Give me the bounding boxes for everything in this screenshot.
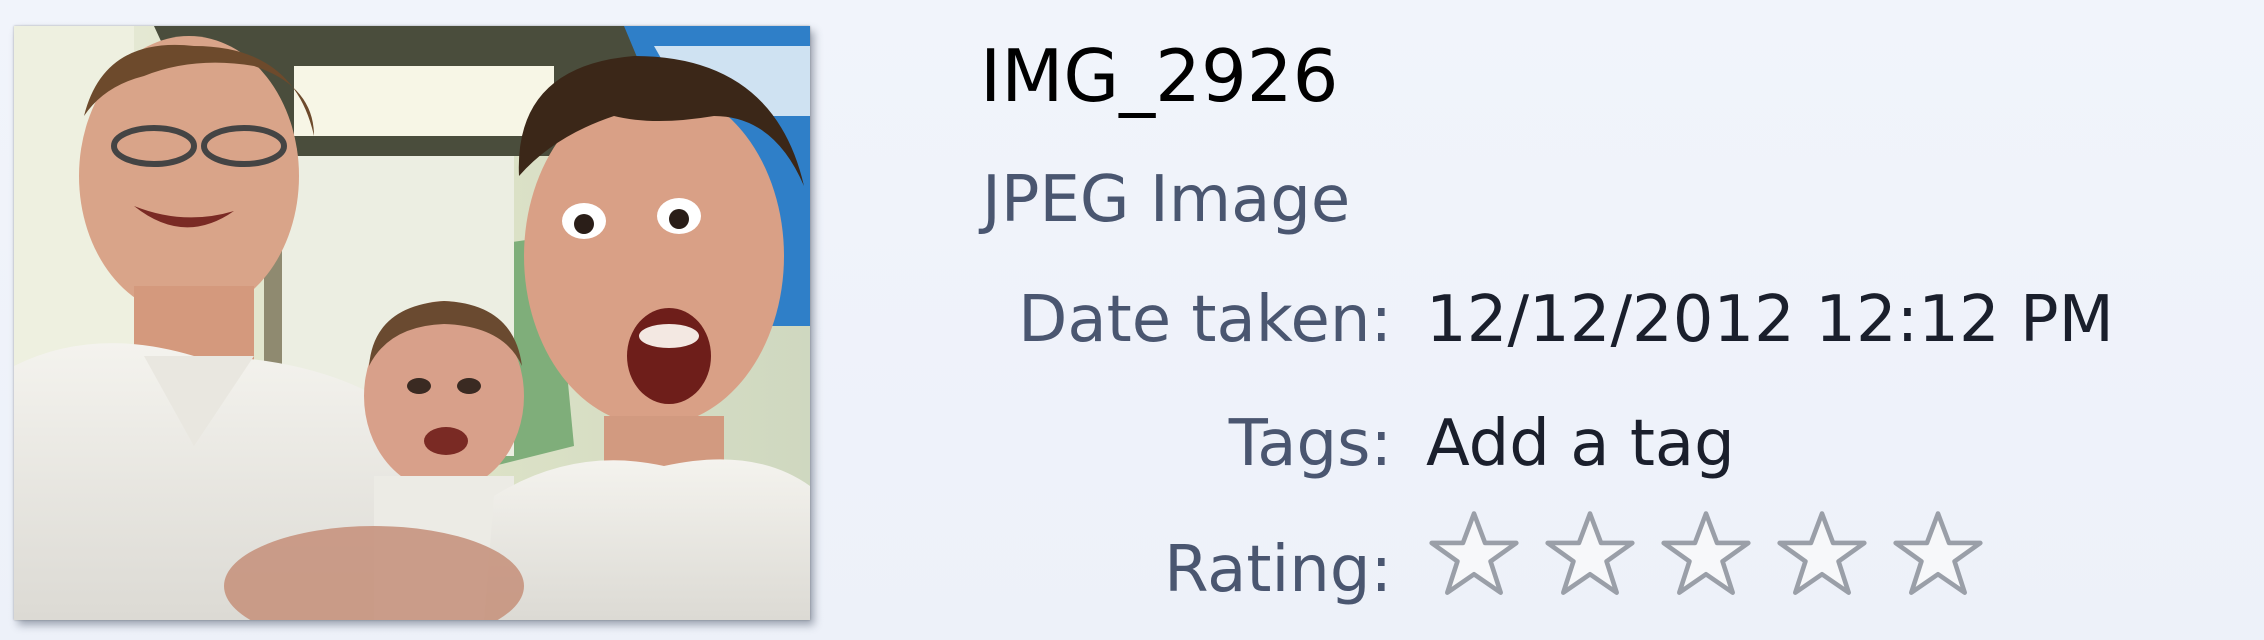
details-pane: IMG_2926 JPEG Image Date taken: 12/12/20… — [0, 0, 2264, 640]
rating-label: Rating: — [1164, 533, 1392, 607]
date-taken-label: Date taken: — [1018, 283, 1392, 357]
date-taken-value[interactable]: 12/12/2012 12:12 PM — [1426, 284, 2114, 356]
file-name: IMG_2926 — [980, 34, 1339, 118]
tags-label: Tags: — [1228, 407, 1392, 481]
star-empty-icon[interactable] — [1428, 508, 1520, 600]
star-empty-icon[interactable] — [1892, 508, 1984, 600]
star-empty-icon[interactable] — [1544, 508, 1636, 600]
file-type: JPEG Image — [982, 163, 1351, 237]
rating-stars[interactable] — [1428, 508, 1984, 600]
photo-thumbnail — [14, 26, 810, 620]
star-empty-icon[interactable] — [1660, 508, 1752, 600]
image-thumbnail[interactable] — [14, 26, 810, 620]
tags-field[interactable]: Add a tag — [1426, 408, 1735, 480]
star-empty-icon[interactable] — [1776, 508, 1868, 600]
